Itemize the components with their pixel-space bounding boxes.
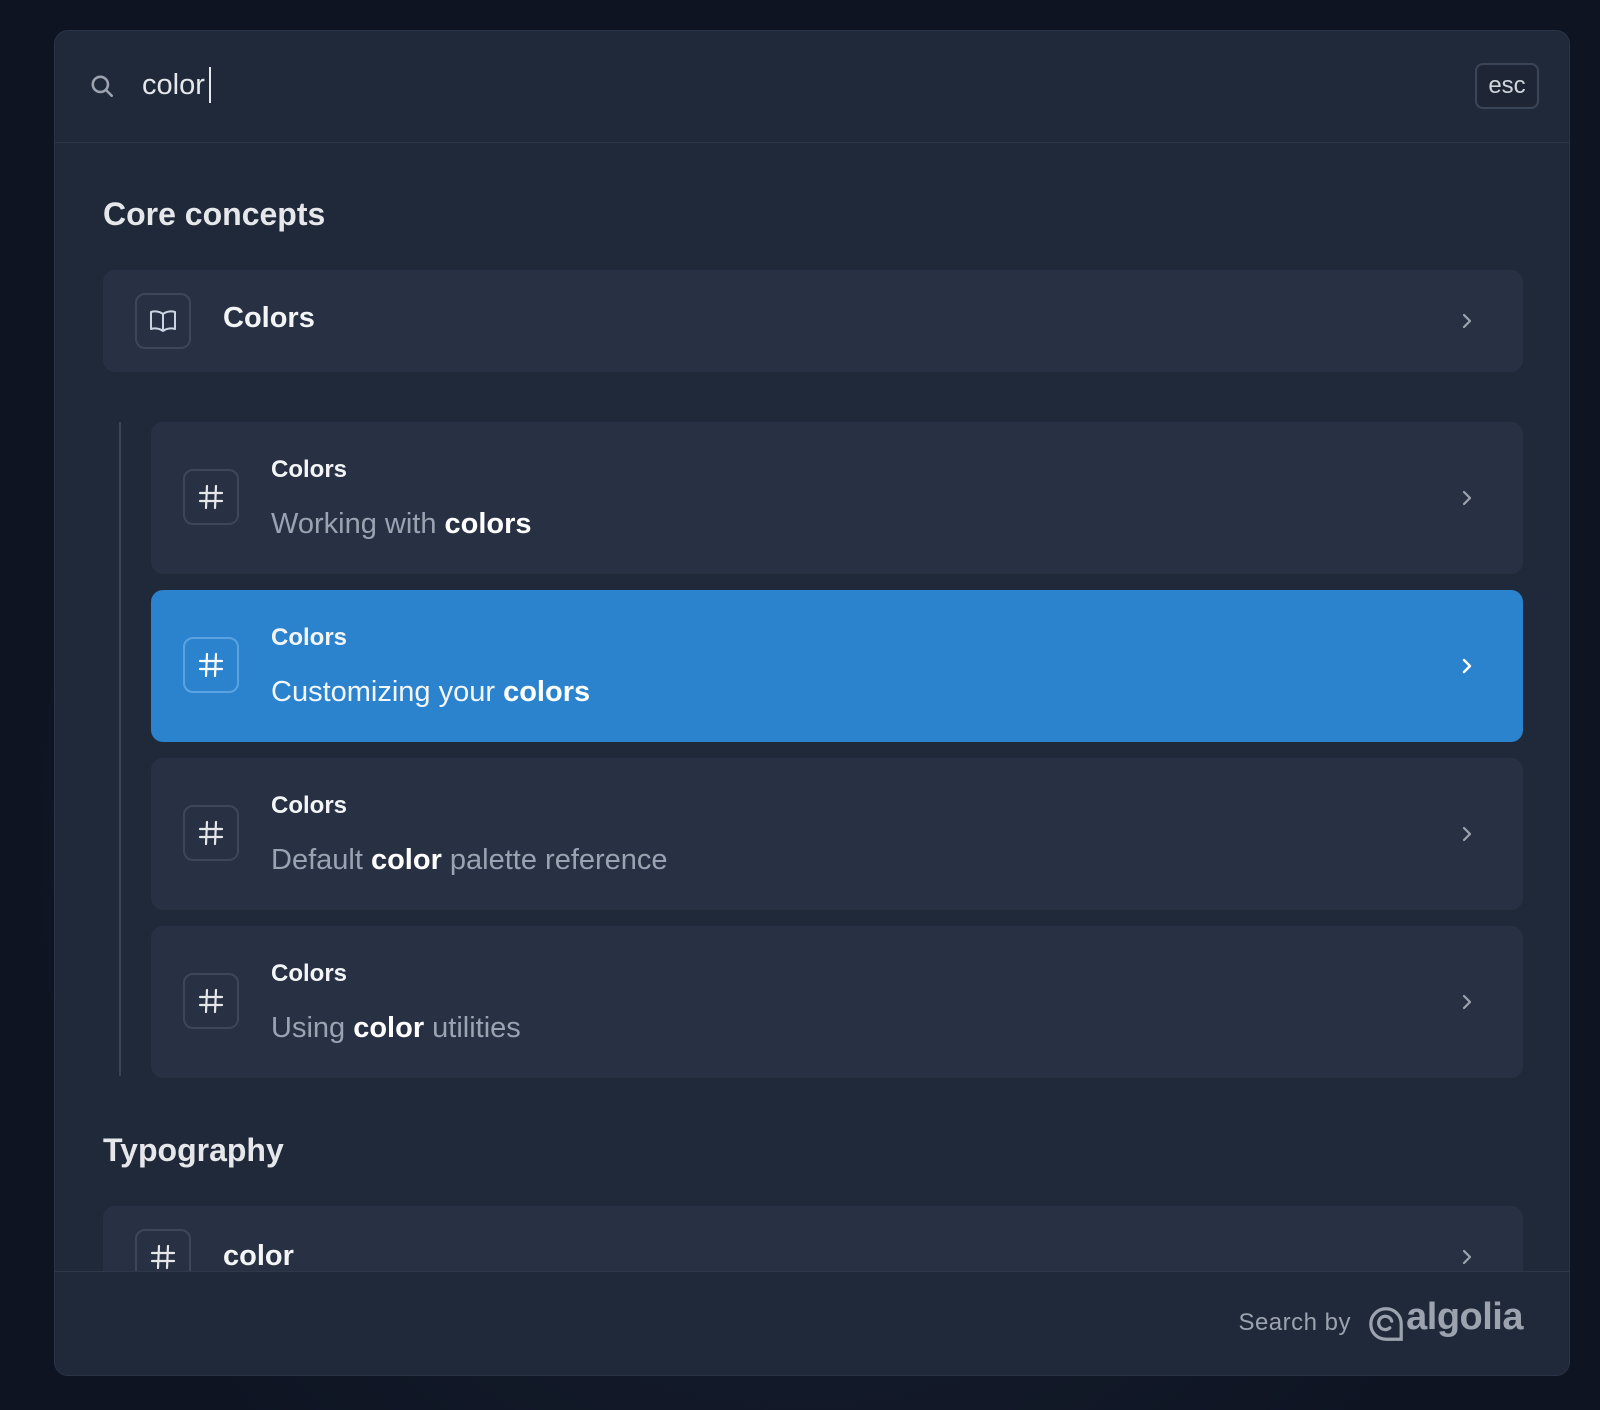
result-item-customizing-your-colors[interactable]: Colors Customizing your colors — [151, 590, 1523, 742]
result-item-default-color-palette[interactable]: Colors Default color palette reference — [151, 758, 1523, 910]
result-breadcrumb: Colors — [271, 456, 348, 483]
result-item-colors-page[interactable]: Colors — [103, 270, 1523, 372]
hash-icon — [183, 637, 239, 693]
search-by-label: Search by — [1238, 1309, 1351, 1336]
result-text: Default color palette reference — [271, 844, 668, 876]
search-footer: Search by algolia — [55, 1271, 1569, 1375]
result-breadcrumb: Colors — [271, 792, 348, 819]
text-caret — [209, 67, 211, 103]
chevron-right-icon — [1462, 658, 1472, 674]
result-text: Working with colors — [271, 508, 532, 540]
chevron-right-icon — [1462, 1249, 1472, 1265]
algolia-wordmark[interactable]: algolia — [1406, 1296, 1523, 1339]
result-title: Colors — [223, 302, 315, 334]
result-item-working-with-colors[interactable]: Colors Working with colors — [151, 422, 1523, 574]
chevron-right-icon — [1462, 313, 1472, 329]
book-icon — [135, 293, 191, 349]
result-item-using-color-utilities[interactable]: Colors Using color utilities — [151, 926, 1523, 1078]
result-text: Customizing your colors — [271, 676, 591, 708]
chevron-right-icon — [1462, 490, 1472, 506]
hash-icon — [183, 469, 239, 525]
result-title: color — [223, 1240, 294, 1272]
hash-icon — [183, 805, 239, 861]
section-title-core-concepts: Core concepts — [103, 196, 326, 232]
search-icon — [91, 75, 114, 98]
search-bar: color esc — [55, 31, 1569, 143]
search-input[interactable]: color — [142, 69, 205, 102]
result-text: Using color utilities — [271, 1012, 521, 1044]
hash-icon — [183, 973, 239, 1029]
esc-button[interactable]: esc — [1475, 63, 1539, 109]
hierarchy-line — [119, 422, 121, 1076]
chevron-right-icon — [1462, 994, 1472, 1010]
results-list: Core concepts Colors Colors Working with… — [55, 144, 1569, 1304]
search-modal: color esc Core concepts Colors Colors Wo… — [54, 30, 1570, 1376]
result-breadcrumb: Colors — [271, 960, 348, 987]
result-breadcrumb: Colors — [271, 624, 348, 651]
section-title-typography: Typography — [103, 1132, 284, 1168]
algolia-logo-icon[interactable] — [1367, 1304, 1405, 1344]
chevron-right-icon — [1462, 826, 1472, 842]
